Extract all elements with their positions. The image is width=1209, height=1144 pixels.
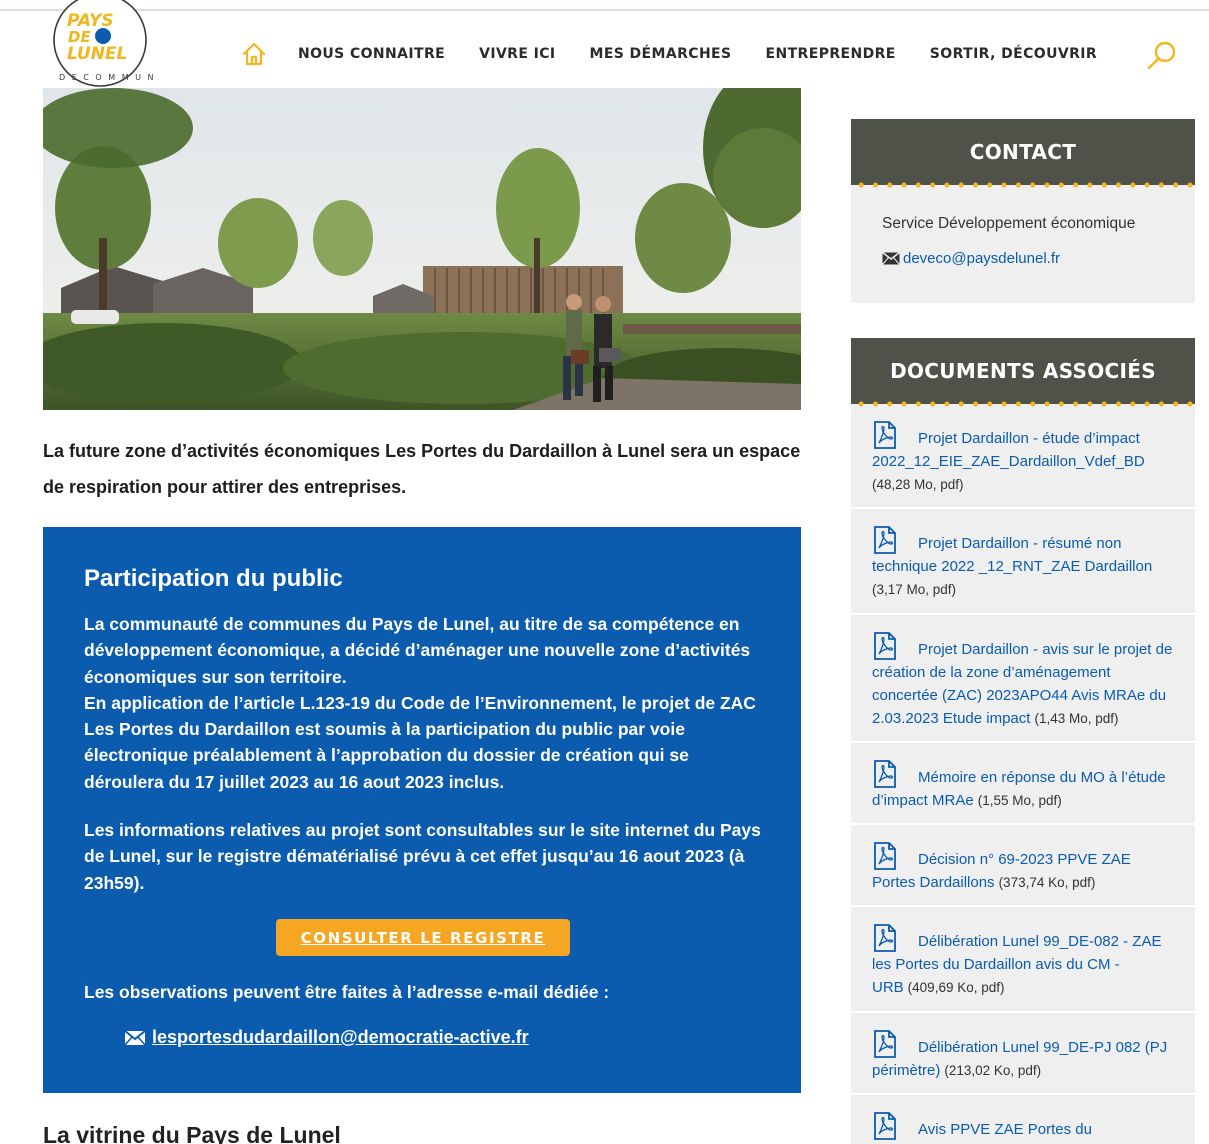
document-link[interactable]: Projet Dardaillon - résumé non technique…: [872, 535, 1152, 575]
contact-header: CONTACT: [851, 119, 1195, 188]
nav-item-nous-connaitre[interactable]: NOUS CONNAITRE: [298, 46, 445, 62]
document-meta: (3,17 Mo, pdf): [872, 582, 957, 597]
documents-header: DOCUMENTS ASSOCIÉS: [851, 338, 1195, 407]
participation-email-row: lesportesdudardaillon@democratie-active.…: [124, 1027, 529, 1048]
document-link[interactable]: Projet Dardaillon - avis sur le projet d…: [872, 641, 1172, 727]
documents-widget: DOCUMENTS ASSOCIÉS Projet Dardaillon - é…: [851, 338, 1195, 1144]
logo[interactable]: PAYS DE LUNEL D E C O M M U N E S: [47, 0, 177, 98]
dotted-divider: [851, 182, 1195, 188]
contact-title: CONTACT: [969, 140, 1077, 164]
pdf-icon: [874, 1030, 896, 1058]
document-link[interactable]: Avis PPVE ZAE Portes du: [918, 1121, 1092, 1138]
document-item: Projet Dardaillon - résumé non technique…: [851, 509, 1195, 615]
document-item: Délibération Lunel 99_DE-PJ 082 (PJ péri…: [851, 1013, 1195, 1095]
pdf-icon: [874, 421, 896, 449]
document-item: Projet Dardaillon - avis sur le projet d…: [851, 615, 1195, 743]
participation-paragraph-2: Les informations relatives au projet son…: [84, 820, 761, 893]
document-meta: (1,43 Mo, pdf): [1034, 711, 1119, 726]
top-border: [0, 9, 1209, 11]
participation-title: Participation du public: [84, 565, 343, 592]
nav-item-mes-demarches[interactable]: MES DÉMARCHES: [589, 46, 731, 62]
pdf-icon: [874, 842, 896, 870]
documents-list: Projet Dardaillon - étude d’impact 2022_…: [851, 404, 1195, 1144]
participation-paragraph-1: La communauté de communes du Pays de Lun…: [84, 611, 764, 795]
pdf-icon: [874, 526, 896, 554]
participation-p1b-text: En application de l’article L.123-19 du …: [84, 692, 756, 792]
document-meta: (213,02 Ko, pdf): [944, 1063, 1042, 1078]
document-item: Projet Dardaillon - étude d’impact 2022_…: [851, 404, 1195, 509]
nav-item-entreprendre[interactable]: ENTREPRENDRE: [766, 46, 896, 62]
envelope-icon: [882, 252, 900, 265]
home-icon[interactable]: [240, 40, 268, 68]
pdf-icon: [874, 1112, 896, 1140]
document-link[interactable]: Projet Dardaillon - étude d’impact 2022_…: [872, 430, 1145, 470]
envelope-icon: [124, 1029, 146, 1045]
contact-service: Service Développement économique: [882, 215, 1136, 232]
participation-box: Participation du public La communauté de…: [43, 527, 801, 1093]
participation-email-link[interactable]: lesportesdudardaillon@democratie-active.…: [152, 1027, 529, 1048]
nav-item-vivre-ici[interactable]: VIVRE ICI: [479, 46, 555, 62]
svg-text:D E C O M M U N E S: D E C O M M U N E S: [59, 73, 153, 82]
document-meta: (1,55 Mo, pdf): [977, 793, 1062, 808]
contact-body: Service Développement économique deveco@…: [851, 185, 1195, 303]
search-icon[interactable]: [1144, 38, 1180, 74]
contact-email-row: deveco@paysdelunel.fr: [882, 250, 1195, 267]
document-meta: (409,69 Ko, pdf): [907, 980, 1005, 995]
documents-title: DOCUMENTS ASSOCIÉS: [890, 359, 1156, 383]
pdf-icon: [874, 760, 896, 788]
pdf-icon: [874, 632, 896, 660]
participation-paragraph-3: Les observations peuvent être faites à l…: [84, 982, 610, 1002]
svg-text:LUNEL: LUNEL: [67, 44, 127, 64]
document-item: Décision n° 69-2023 PPVE ZAE Portes Dard…: [851, 825, 1195, 907]
contact-email-link[interactable]: deveco@paysdelunel.fr: [903, 250, 1060, 267]
participation-p1-text: La communauté de communes du Pays de Lun…: [84, 614, 751, 687]
consult-register-label: CONSULTER LE REGISTRE: [300, 928, 546, 947]
hero-image: [43, 88, 801, 410]
main-nav: NOUS CONNAITRE VIVRE ICI MES DÉMARCHES E…: [240, 36, 1131, 72]
document-item: Avis PPVE ZAE Portes du: [851, 1095, 1195, 1144]
pdf-icon: [874, 924, 896, 952]
nav-item-sortir-decouvrir[interactable]: SORTIR, DÉCOUVRIR: [930, 46, 1097, 62]
document-meta: (48,28 Mo, pdf): [872, 477, 964, 492]
intro-text: La future zone d’activités économiques L…: [43, 441, 801, 497]
document-meta: (373,74 Ko, pdf): [998, 875, 1096, 890]
consult-register-button[interactable]: CONSULTER LE REGISTRE: [276, 919, 570, 956]
contact-widget: CONTACT Service Développement économique…: [851, 119, 1195, 303]
section-heading-vitrine: La vitrine du Pays de Lunel: [43, 1122, 341, 1144]
document-item: Délibération Lunel 99_DE-082 - ZAE les P…: [851, 907, 1195, 1013]
document-item: Mémoire en réponse du MO à l’étude d’imp…: [851, 743, 1195, 825]
